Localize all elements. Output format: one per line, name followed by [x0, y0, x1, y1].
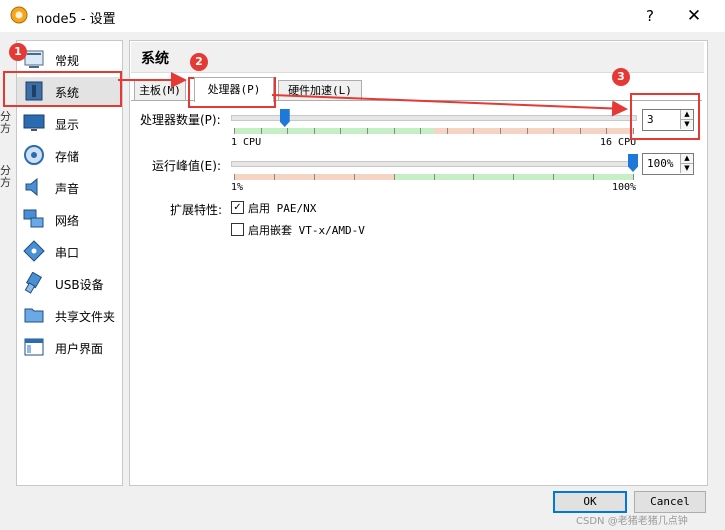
slider-tick	[433, 174, 435, 180]
execution-cap-label: 运行峰值(E):	[152, 159, 221, 173]
watermark: CSDN @老猪老猪几点钟	[576, 516, 688, 527]
execution-cap-slider-track[interactable]	[231, 161, 637, 167]
usb-icon	[24, 272, 43, 294]
sidebar-item-user-interface[interactable]: 用户界面	[17, 333, 122, 361]
execution-cap-spinbox[interactable]: 100% ▲ ▼	[642, 153, 694, 175]
slider-tick	[593, 174, 595, 180]
network-icon	[23, 209, 44, 228]
slider-tick	[234, 128, 235, 134]
slider-tick	[513, 174, 515, 180]
sidebar-item-storage[interactable]: 存储	[17, 141, 122, 169]
slider-tick	[553, 128, 555, 134]
sidebar-item-label: 网络	[55, 214, 80, 228]
slider-tick	[367, 128, 368, 134]
pae-nx-label[interactable]: 启用 PAE/NX	[248, 200, 316, 216]
title-bar: node5 - 设置 ? ✕	[0, 0, 725, 32]
tab-processor[interactable]: 处理器(P)	[194, 77, 274, 102]
sidebar-item-label: 用户界面	[55, 342, 104, 356]
slider-tick	[287, 128, 289, 134]
cpu-count-label: 处理器数量(P):	[140, 113, 221, 127]
audio-icon	[25, 177, 38, 197]
annotation-marker-2: 2	[190, 53, 208, 71]
help-button[interactable]: ?	[640, 6, 660, 26]
pae-nx-checkbox[interactable]: ✓	[231, 201, 244, 214]
slider-tick	[473, 128, 475, 134]
sidebar-item-shared-folder[interactable]: 共享文件夹	[17, 301, 122, 329]
slider-tick	[260, 128, 262, 134]
sidebar-item-label: 串口	[55, 246, 80, 260]
edge-text: 方	[0, 176, 11, 189]
cpu-count-slider-track[interactable]	[231, 115, 637, 121]
slider-tick	[446, 128, 448, 134]
slider-tick	[500, 128, 501, 134]
serial-port-icon	[23, 240, 45, 262]
sidebar-item-audio[interactable]: 声音	[17, 173, 122, 201]
cancel-button[interactable]: Cancel	[634, 491, 706, 513]
sidebar-item-network[interactable]: 网络	[17, 205, 122, 233]
slider-tick	[273, 174, 275, 180]
sidebar-item-label: USB设备	[55, 278, 104, 292]
sidebar-item-serial-port[interactable]: 串口	[17, 237, 122, 265]
slider-tick	[393, 174, 395, 180]
shared-folder-icon	[24, 308, 44, 323]
spin-up-icon[interactable]: ▲	[680, 154, 693, 164]
annotation-box-system	[3, 71, 122, 107]
processor-tab-panel	[131, 100, 702, 453]
cpu-overcommit-zone	[434, 128, 634, 134]
sidebar-item-label: 常规	[55, 54, 80, 68]
ok-button[interactable]: OK	[553, 491, 627, 513]
window-title: node5 - 设置	[36, 12, 116, 27]
slider-tick	[234, 174, 235, 180]
slider-tick	[553, 174, 555, 180]
slider-tick	[606, 128, 608, 134]
nested-vtx-label[interactable]: 启用嵌套 VT-x/AMD-V	[248, 222, 365, 238]
section-title: 系统	[141, 51, 169, 67]
slider-tick	[633, 174, 634, 180]
close-button[interactable]: ✕	[684, 6, 704, 26]
display-icon	[23, 114, 45, 131]
execution-cap-value: 100%	[647, 157, 674, 170]
sidebar-item-label: 共享文件夹	[55, 310, 116, 324]
extended-features-label: 扩展特性:	[170, 203, 223, 217]
storage-icon	[24, 145, 44, 165]
slider-tick	[473, 174, 475, 180]
slider-tick	[313, 174, 315, 180]
annotation-marker-3: 3	[612, 68, 630, 86]
tab-motherboard[interactable]: 主板(M)	[134, 80, 186, 101]
cap-min-label: 1%	[231, 182, 244, 193]
cap-max-label: 100%	[612, 182, 637, 193]
sidebar-item-general[interactable]: 常规	[17, 45, 122, 73]
slider-tick	[579, 128, 581, 134]
annotation-box-cpu-spinbox	[630, 93, 700, 140]
sidebar-item-display[interactable]: 显示	[17, 109, 122, 137]
spin-down-icon[interactable]: ▼	[680, 164, 693, 173]
virtualbox-app-icon	[10, 6, 28, 24]
nested-vtx-checkbox[interactable]	[231, 223, 244, 236]
slider-tick	[526, 128, 528, 134]
edge-text: 方	[0, 122, 11, 135]
sidebar-item-label: 存储	[55, 150, 80, 164]
slider-tick	[393, 128, 395, 134]
slider-tick	[340, 128, 342, 134]
sidebar-item-usb[interactable]: USB设备	[17, 269, 122, 297]
sidebar-item-label: 声音	[55, 182, 80, 196]
cpu-recommended-zone	[234, 128, 434, 134]
slider-tick	[313, 128, 315, 134]
tab-acceleration[interactable]: 硬件加速(L)	[278, 80, 362, 101]
slider-tick	[353, 174, 355, 180]
annotation-marker-1: 1	[9, 43, 27, 61]
user-interface-icon	[24, 338, 44, 356]
slider-tick	[420, 128, 422, 134]
sidebar-item-label: 显示	[55, 118, 80, 132]
cpu-min-label: 1 CPU	[231, 137, 262, 148]
